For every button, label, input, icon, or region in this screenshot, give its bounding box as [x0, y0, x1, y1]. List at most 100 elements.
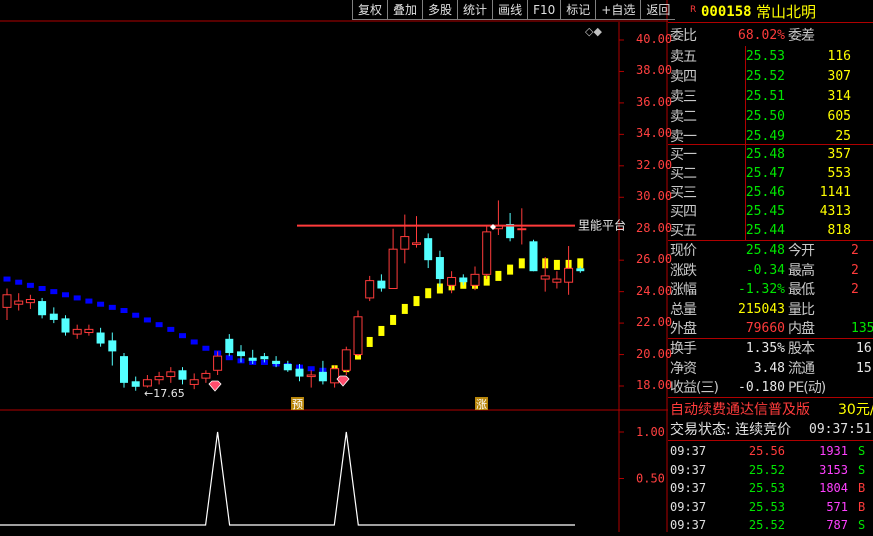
buy-price: 25.48: [745, 147, 785, 162]
candle-body-down[interactable]: [283, 363, 292, 371]
stat-label-2: 内盘: [788, 321, 815, 337]
candle-body-down[interactable]: [424, 238, 433, 261]
stat2-row: 换手 1.35% 股本 16: [668, 339, 873, 359]
panel-vsep: [745, 144, 746, 240]
sell-price: 25.52: [745, 69, 785, 84]
promo-row[interactable]: 自动续费通达信普及版 30元/: [668, 400, 873, 420]
candle-body-down[interactable]: [49, 313, 58, 320]
sell-level-label: 卖四: [670, 69, 697, 85]
y-tick-label: 20.00: [636, 346, 673, 361]
sell-price: 25.51: [745, 89, 785, 104]
candle-body-up[interactable]: [213, 355, 223, 371]
promo-price[interactable]: 30元/: [838, 400, 873, 420]
sell-volume: 116: [827, 49, 851, 64]
candle-body-down[interactable]: [260, 356, 269, 360]
stat2-row: 净资 3.48 流通 15: [668, 359, 873, 379]
ma-point: [413, 296, 420, 307]
candle-body-up[interactable]: [365, 280, 375, 299]
stat-label-2: 最高: [788, 262, 815, 279]
candle-body-up[interactable]: [330, 368, 340, 384]
chart-mode-icons[interactable]: ◇◆: [585, 25, 602, 38]
candle-body-up[interactable]: [201, 372, 211, 379]
candle-body-up[interactable]: [447, 276, 457, 286]
ma-point: [425, 288, 432, 299]
sub-y-tick-label: 1.00: [636, 425, 665, 439]
candle-body-up[interactable]: [552, 278, 562, 283]
stat2-value: 1.35%: [745, 341, 785, 356]
ma-point: [366, 336, 373, 347]
toolbar-button-6[interactable]: 标记: [560, 0, 596, 20]
candle-body-up[interactable]: [72, 328, 82, 335]
stat-row: 总量 215043 量比: [668, 300, 873, 320]
candle-body-down[interactable]: [237, 351, 245, 357]
stat2-label-2: 流通: [788, 360, 815, 377]
ma-point: [202, 345, 210, 351]
candle-body-up[interactable]: [400, 236, 410, 250]
candle-body-up[interactable]: [564, 267, 574, 283]
stat-row: 涨幅 -1.32% 最低 2: [668, 280, 873, 300]
toolbar-button-0[interactable]: 复权: [352, 0, 388, 20]
toolbar-button-4[interactable]: 画线: [492, 0, 528, 20]
candle-body-down[interactable]: [131, 381, 140, 387]
candle-body-down[interactable]: [377, 280, 386, 289]
stat-label-2: 量比: [788, 301, 815, 318]
candle-body-down[interactable]: [272, 360, 281, 364]
candle-body-up[interactable]: [540, 275, 550, 280]
candle-body-up[interactable]: [470, 273, 480, 286]
candle-body-down[interactable]: [108, 340, 117, 352]
candle-body-up[interactable]: [353, 316, 363, 356]
panel-sep: [668, 338, 873, 339]
candle-body-down[interactable]: [225, 338, 234, 353]
candle-body-down[interactable]: [435, 257, 444, 280]
candle-body-up[interactable]: [412, 242, 421, 245]
moving-average-line: [3, 256, 584, 376]
ma-point: [155, 322, 163, 328]
ma-point: [143, 317, 151, 323]
candle-body-up[interactable]: [84, 328, 94, 334]
stat-label: 外盘: [670, 321, 697, 337]
candle-body-up[interactable]: [166, 371, 176, 378]
candle-body-down[interactable]: [576, 268, 585, 272]
candle-body-down[interactable]: [96, 332, 105, 344]
stat2-label: 收益(三): [670, 380, 719, 396]
candle-body-up[interactable]: [2, 294, 12, 308]
candle-body-up[interactable]: [517, 228, 527, 231]
candle-body-down[interactable]: [178, 370, 187, 380]
stat-label-2: 今开: [788, 243, 815, 259]
candle-body-down[interactable]: [120, 356, 128, 383]
candle-body-up[interactable]: [388, 248, 398, 289]
candle-body-down[interactable]: [529, 241, 538, 272]
candle-body-up[interactable]: [25, 299, 35, 304]
toolbar-button-3[interactable]: 统计: [457, 0, 493, 20]
candle-body-down[interactable]: [318, 371, 327, 382]
stat-label-2: 最低: [788, 282, 815, 298]
y-tick-label: 36.00: [636, 94, 673, 109]
toolbar-button-2[interactable]: 多股: [422, 0, 458, 20]
stat2-value: -0.180: [738, 380, 785, 395]
ma-point: [62, 292, 69, 298]
toolbar-button-1[interactable]: 叠加: [387, 0, 423, 20]
candle-body-up[interactable]: [482, 231, 492, 275]
candle-body-up[interactable]: [341, 349, 351, 371]
toolbar-button-5[interactable]: F10: [527, 0, 561, 20]
stock-flag: R: [690, 5, 697, 15]
sell-level-label: 卖三: [670, 89, 697, 105]
promo-text[interactable]: 自动续费通达信普及版: [670, 400, 810, 420]
candle-body-up[interactable]: [189, 379, 199, 385]
candle-body-down[interactable]: [38, 301, 47, 316]
toolbar-button-7[interactable]: +自选: [595, 0, 641, 20]
stat-value: 215043: [738, 301, 785, 317]
candle-body-down[interactable]: [61, 318, 70, 333]
candle-body-down[interactable]: [248, 357, 257, 361]
ma-point: [190, 339, 198, 345]
candle-body-up[interactable]: [142, 379, 152, 387]
candle-body-down[interactable]: [295, 368, 304, 377]
candle-body-down[interactable]: [459, 277, 468, 283]
ma-point: [179, 333, 186, 339]
ma-point: [495, 270, 502, 281]
candle-body-up[interactable]: [14, 300, 24, 305]
chart-annotations: 里能平台 ←17.65 预 涨: [144, 218, 626, 411]
candle-body-up[interactable]: [306, 374, 316, 378]
buy-level-label: 买二: [670, 166, 697, 182]
candle-body-up[interactable]: [154, 376, 164, 381]
